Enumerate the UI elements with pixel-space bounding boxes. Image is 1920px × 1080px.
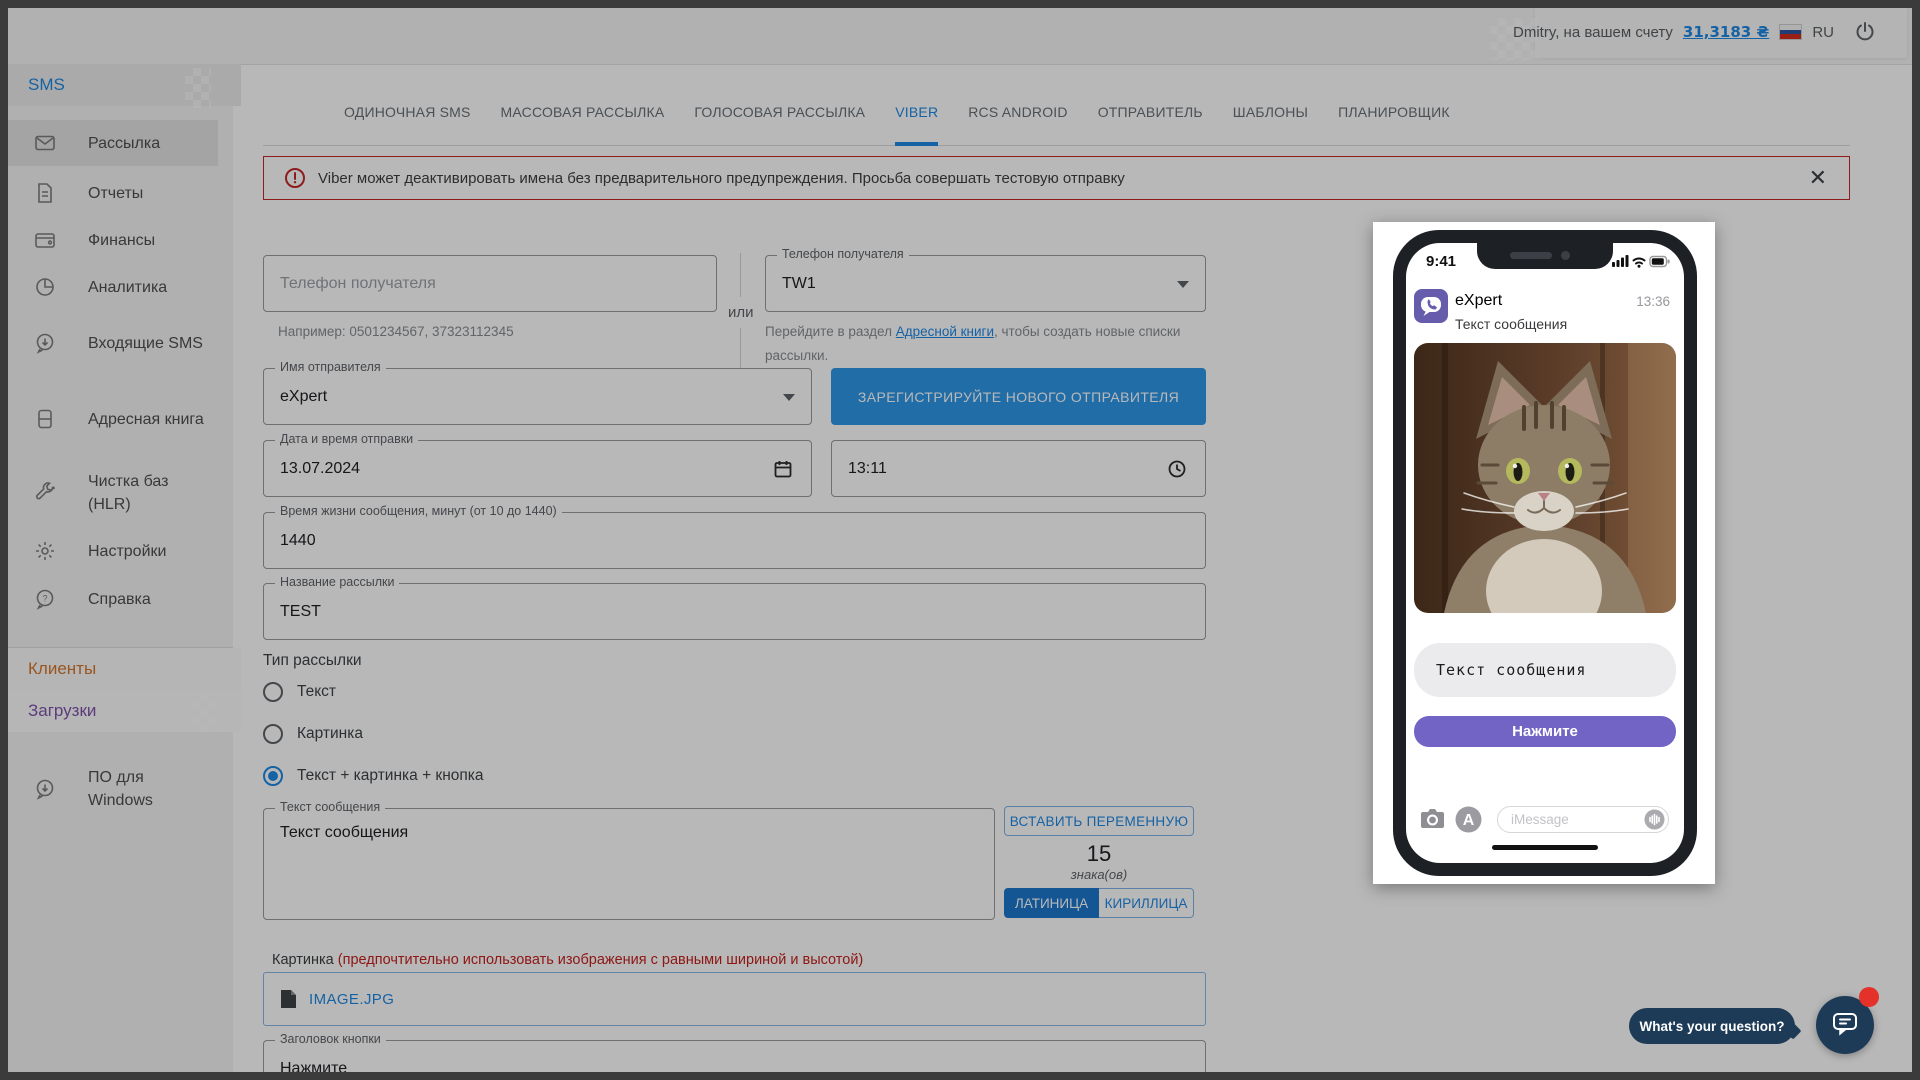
notch bbox=[1477, 243, 1613, 269]
phone-preview-panel: 9:41 bbox=[1373, 222, 1715, 884]
notification-dot bbox=[1859, 987, 1879, 1007]
imessage-placeholder: iMessage bbox=[1511, 812, 1644, 827]
message-bubble-text: Текст сообщения bbox=[1436, 661, 1586, 679]
iphone-mockup: 9:41 bbox=[1393, 230, 1697, 876]
svg-text:A: A bbox=[1463, 812, 1475, 829]
notification-time: 13:36 bbox=[1636, 294, 1670, 309]
front-camera bbox=[1561, 251, 1570, 260]
viber-campaign-page: Dmitry, на вашем счету 31,3183 ₴ RU SMS … bbox=[0, 0, 1920, 1080]
notification-text: Текст сообщения bbox=[1455, 316, 1567, 332]
message-bubble: Текст сообщения bbox=[1414, 643, 1676, 697]
app-store-icon: A bbox=[1455, 806, 1482, 833]
speaker-slot bbox=[1510, 252, 1552, 259]
camera-icon bbox=[1419, 808, 1446, 830]
wifi-icon bbox=[1634, 258, 1645, 263]
status-time: 9:41 bbox=[1426, 253, 1456, 270]
chat-bubble-icon bbox=[1831, 1009, 1859, 1042]
viber-icon bbox=[1414, 289, 1448, 323]
viber-action-button: Нажмите bbox=[1414, 716, 1676, 747]
signal-bars-icon bbox=[1612, 255, 1629, 267]
home-indicator bbox=[1492, 845, 1598, 850]
battery-icon bbox=[1650, 257, 1670, 267]
notification-sender: eXpert bbox=[1455, 292, 1502, 310]
imessage-input: iMessage bbox=[1497, 806, 1669, 833]
status-icons bbox=[1612, 253, 1670, 269]
phone-screen: 9:41 bbox=[1406, 243, 1684, 863]
chat-question-bubble[interactable]: What's your question? bbox=[1629, 1008, 1795, 1044]
cat-photo bbox=[1414, 343, 1676, 613]
voice-wave-icon bbox=[1644, 809, 1665, 830]
